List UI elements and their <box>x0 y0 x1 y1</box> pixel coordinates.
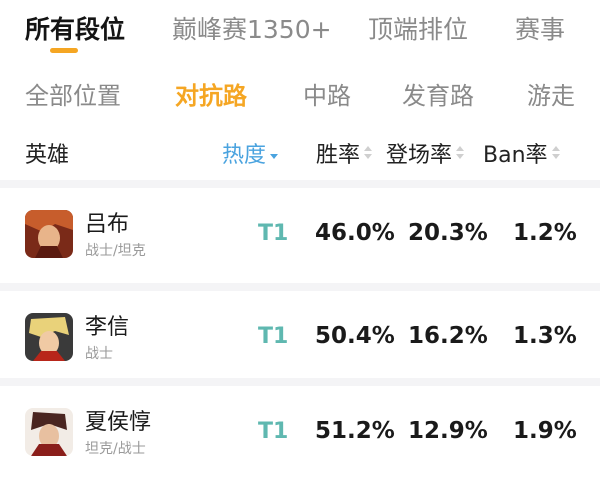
table-row[interactable]: 李信 战士 T1 50.4% 16.2% 1.3% <box>0 291 600 386</box>
hero-role: 战士/坦克 <box>85 243 146 259</box>
tab-all-positions[interactable]: 全部位置 <box>25 76 121 111</box>
hero-portrait-icon <box>25 313 73 361</box>
pick-rate-column-label: 登场率 <box>386 143 453 168</box>
tab-mid-lane[interactable]: 中路 <box>303 76 351 111</box>
ban-rate-value: 1.3% <box>513 323 577 349</box>
row-divider <box>0 283 600 291</box>
table-row[interactable]: 夏侯惇 坦克/战士 T1 51.2% 12.9% 1.9% <box>0 386 600 481</box>
hot-column-label: 热度 <box>222 143 267 168</box>
hero-column-header: 英雄 <box>25 137 69 169</box>
ban-rate-value: 1.9% <box>513 418 577 444</box>
hero-portrait-icon <box>25 210 73 258</box>
sort-icon <box>455 144 465 162</box>
hero-name: 吕布 <box>85 212 130 237</box>
ban-rate-column-header[interactable]: Ban率 <box>483 137 561 169</box>
win-rate-column-header[interactable]: 胜率 <box>316 137 373 169</box>
hero-role: 战士 <box>85 346 113 362</box>
tier-badge: T1 <box>258 419 289 444</box>
rank-tabs: 所有段位 巅峰赛1350+ 顶端排位 赛事 <box>0 0 600 60</box>
tier-badge: T1 <box>258 324 289 349</box>
hero-column-label: 英雄 <box>25 143 70 168</box>
win-rate-value: 50.4% <box>315 323 395 349</box>
table-header: 英雄 热度 胜率 登场率 Ban率 <box>0 125 600 175</box>
pick-rate-column-header[interactable]: 登场率 <box>386 137 465 169</box>
win-rate-column-label: 胜率 <box>316 143 361 168</box>
active-tab-indicator <box>50 48 78 53</box>
sort-desc-icon <box>269 144 279 162</box>
tab-all-ranks[interactable]: 所有段位 <box>25 10 125 46</box>
tab-peak-1350[interactable]: 巅峰赛1350+ <box>172 10 332 46</box>
tab-roam[interactable]: 游走 <box>527 76 575 111</box>
hot-column-header[interactable]: 热度 <box>222 137 279 169</box>
tab-top-rank[interactable]: 顶端排位 <box>368 10 468 46</box>
pick-rate-value: 12.9% <box>408 418 488 444</box>
hero-name: 李信 <box>85 315 130 340</box>
tab-clash-lane[interactable]: 对抗路 <box>175 76 247 111</box>
pick-rate-value: 20.3% <box>408 220 488 246</box>
hero-name: 夏侯惇 <box>85 410 152 435</box>
row-divider <box>0 180 600 188</box>
row-divider <box>0 378 600 386</box>
hero-portrait-icon <box>25 408 73 456</box>
lane-tabs: 全部位置 对抗路 中路 发育路 游走 <box>0 70 600 120</box>
win-rate-value: 46.0% <box>315 220 395 246</box>
tab-events[interactable]: 赛事 <box>515 10 565 46</box>
sort-icon <box>551 144 561 162</box>
ban-rate-value: 1.2% <box>513 220 577 246</box>
tab-farm-lane[interactable]: 发育路 <box>402 76 474 111</box>
hero-role: 坦克/战士 <box>85 441 146 457</box>
table-row[interactable]: 吕布 战士/坦克 T1 46.0% 20.3% 1.2% <box>0 188 600 283</box>
tier-badge: T1 <box>258 221 289 246</box>
win-rate-value: 51.2% <box>315 418 395 444</box>
sort-icon <box>363 144 373 162</box>
pick-rate-value: 16.2% <box>408 323 488 349</box>
ban-rate-column-label: Ban率 <box>483 143 548 168</box>
